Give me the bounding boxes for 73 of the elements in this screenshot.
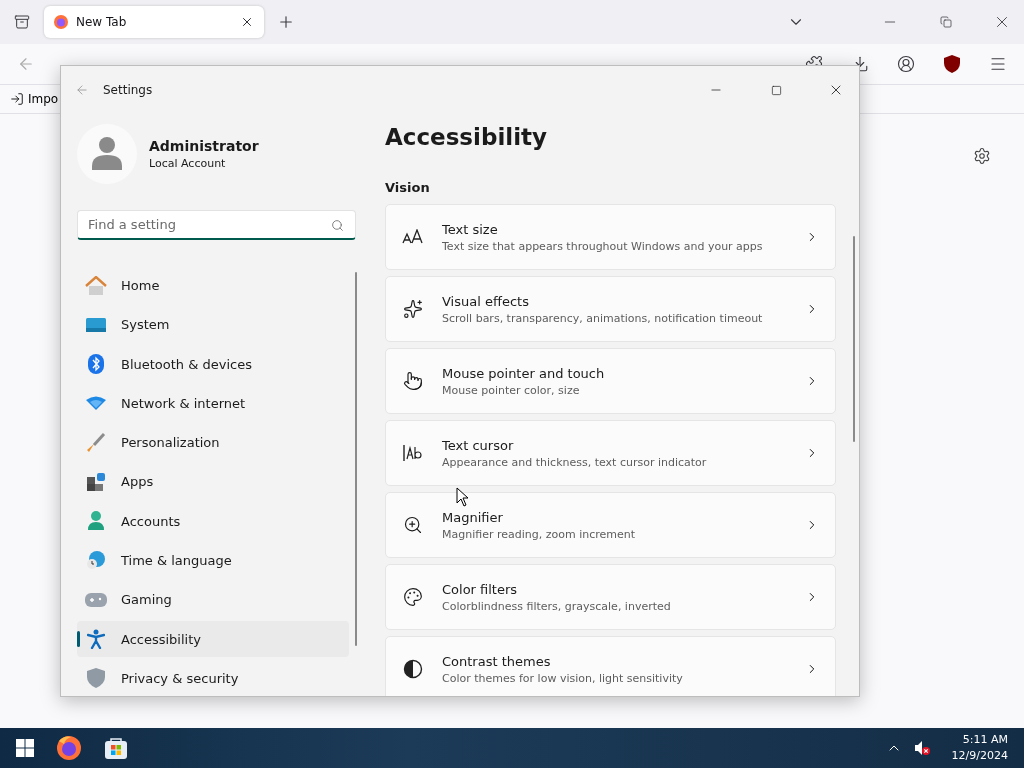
card-title: Contrast themes [442,653,552,669]
card-title: Magnifier [442,509,504,525]
globe-clock-icon [86,550,106,571]
settings-card[interactable]: Mouse pointer and touch Mouse pointer color, size [385,348,836,414]
settings-card[interactable]: Magnifier Magnifier reading, zoom increment [385,492,836,558]
nav-item[interactable]: Personalization [77,425,349,461]
magnifier-icon [403,515,423,535]
browser-logo-icon [54,15,68,29]
text-cursor-icon [402,444,424,462]
browser-tab[interactable]: New Tab [44,6,264,38]
settings-icon[interactable] [973,147,991,165]
bluetooth-icon [88,354,104,375]
page-heading: Accessibility [385,124,549,150]
card-title: Text cursor [442,437,515,453]
tab-title: New Tab [76,15,128,29]
card-title: Text size [442,221,499,237]
user-silhouette-icon [92,136,122,172]
text-size-icon [402,229,424,245]
nav-item[interactable]: Bluetooth & devices [77,346,349,382]
nav-item[interactable]: Gaming [77,582,349,618]
muted-speaker-icon[interactable] [913,740,930,756]
apps-icon [86,471,106,492]
clock-time[interactable]: 5:11 AM [962,732,1008,748]
gamepad-icon [85,592,107,607]
start-icon[interactable] [16,739,34,757]
card-title: Color filters [442,581,519,597]
card-description: Colorblindness filters, grayscale, inverted [442,599,672,613]
contrast-icon [403,659,423,679]
maximize-icon[interactable] [770,84,782,96]
window-title: Settings [103,83,153,97]
settings-card[interactable]: Text cursor Appearance and thickness, text cursor indicator [385,420,836,486]
shield-icon [87,668,105,689]
paintbrush-icon [86,432,106,453]
nav-item[interactable]: Privacy & security [77,660,349,696]
card-title: Visual effects [442,293,530,309]
person-icon [87,511,105,532]
browser-icon[interactable] [56,735,82,761]
settings-card[interactable]: Color filters Colorblindness filters, grayscale, inverted [385,564,836,630]
search-icon[interactable] [331,219,344,232]
settings-card[interactable]: Visual effects Scroll bars, transparency, animations, notification timeout [385,276,836,342]
mouse-cursor-icon [456,487,469,507]
accessibility-icon [87,629,105,649]
wifi-icon [86,396,106,411]
nav-item[interactable]: Home [77,268,349,304]
nav-item[interactable]: Apps [77,464,349,500]
import-icon [10,92,24,106]
sparkle-icon [403,299,423,319]
settings-card[interactable]: Text size Text size that appears throughout Windows and your apps [385,204,836,270]
nav-item[interactable]: System [77,307,349,343]
clock-date[interactable]: 12/9/2024 [951,748,1008,764]
search-field[interactable]: Find a setting [77,210,356,240]
store-icon[interactable] [104,736,128,760]
section-heading: Vision [385,180,431,195]
user-name: Administrator [149,138,259,154]
nav-item[interactable]: Accessibility [77,621,349,657]
monitor-icon [86,317,106,332]
settings-card[interactable]: Contrast themes Color themes for low vision, light sensitivity [385,636,836,696]
close-tab-icon[interactable] [240,15,254,29]
card-description: Appearance and thickness, text cursor indicator [442,455,708,469]
card-description: Scroll bars, transparency, animations, notification timeout [442,311,764,325]
card-description: Text size that appears throughout Windows and your apps [442,239,764,253]
bookmark-item[interactable]: Impo [10,92,59,106]
palette-icon [403,587,423,607]
house-icon [85,275,107,296]
card-description: Mouse pointer color, size [442,383,581,397]
card-description: Color themes for low vision, light sensitivity [442,671,684,685]
card-description: Magnifier reading, zoom increment [442,527,637,541]
nav-item[interactable]: Accounts [77,503,349,539]
account-type: Local Account [149,157,227,170]
nav-item[interactable]: Network & internet [77,385,349,422]
nav-item[interactable]: Time & language [77,542,349,579]
card-title: Mouse pointer and touch [442,365,606,381]
pointer-icon [403,371,423,391]
